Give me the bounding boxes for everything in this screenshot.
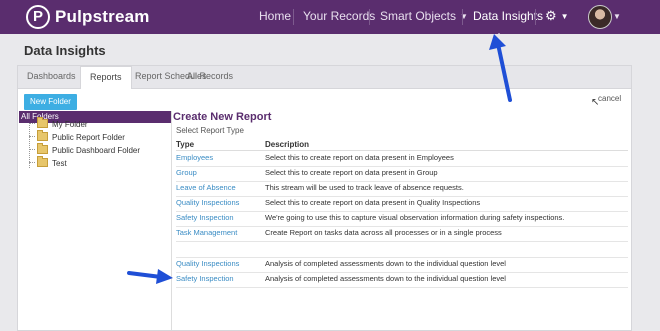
folder-tree: All Folders My Folder Public Report Fold… [19,111,172,330]
brand-name[interactable]: Pulpstream [55,7,150,27]
create-report-title: Create New Report [173,111,272,123]
report-type-description: Select this to create report on data pre… [265,168,438,177]
report-type-description: Select this to create report on data pre… [265,198,481,207]
folder-icon [37,130,48,141]
report-type-description: This stream will be used to track leave … [265,183,464,192]
table-row-empty [176,241,628,258]
table-row: Task Management Create Report on tasks da… [176,226,628,242]
nav-your-records[interactable]: Your Records [303,0,375,34]
chevron-down-icon: ▼ [560,12,569,21]
report-type-link[interactable]: Safety Inspection [176,211,234,225]
report-type-link[interactable]: Quality Inspections [176,196,239,210]
report-type-link[interactable]: Safety Inspection [176,272,234,286]
nav-home[interactable]: Home [259,0,291,34]
nav-smart-objects[interactable]: Smart Objects ▼ [380,0,468,34]
avatar[interactable] [588,5,612,29]
report-type-description: Create Report on tasks data across all p… [265,228,502,237]
report-type-description: Analysis of completed assessments down t… [265,259,506,268]
report-type-table-header: Type Description [176,140,628,151]
table-row: Quality Inspections Select this to create… [176,196,628,212]
reports-panel: Dashboards Reports Report Schedules All … [17,65,632,331]
report-type-link[interactable]: Quality Inspections [176,257,239,271]
new-folder-button[interactable]: New Folder [24,94,77,110]
report-type-link[interactable]: Group [176,166,197,180]
annotation-arrow-right [127,269,173,284]
nav-data-insights[interactable]: Data Insights [473,0,543,34]
nav-divider [369,9,370,25]
tab-all-records[interactable]: All Records [178,66,242,88]
column-description: Description [265,140,310,149]
report-type-link[interactable]: Employees [176,151,213,165]
cancel-link[interactable]: cancel [598,94,621,103]
table-row: Employees Select this to create report on… [176,151,628,167]
nav-divider [462,9,463,25]
folder-public-dashboard[interactable]: Public Dashboard Folder [29,143,140,157]
folder-icon [37,143,48,154]
report-type-link[interactable]: Leave of Absence [176,181,236,195]
report-type-description: We're going to use this to capture visua… [265,213,565,222]
annotation-arrow-up [489,34,512,102]
nav-divider [293,9,294,25]
report-type-link[interactable]: Task Management [176,226,237,240]
column-type: Type [176,140,195,149]
table-row: Quality Inspections Analysis of completed… [176,257,628,273]
folder-test[interactable]: Test [29,156,67,170]
folder-icon [37,156,48,167]
top-nav-bar: P Pulpstream Home Your Records Smart Obj… [0,0,660,39]
folder-public-report[interactable]: Public Report Folder [29,130,125,144]
folder-icon [37,117,48,128]
table-row: Safety Inspection Analysis of completed a… [176,272,628,288]
table-row: Group Select this to create report on dat… [176,166,628,182]
tab-dashboards[interactable]: Dashboards [18,66,85,88]
table-row: Safety Inspection We're going to use this… [176,211,628,227]
pulpstream-logo-icon[interactable]: P [26,5,50,29]
gear-icon[interactable]: ⚙ [545,8,557,23]
tab-bar: Dashboards Reports Report Schedules All … [18,66,631,89]
table-row: Leave of Absence This stream will be used… [176,181,628,197]
nav-divider [535,9,536,25]
report-type-description: Select this to create report on data pre… [265,153,454,162]
chevron-down-icon[interactable]: ▼ [613,12,621,21]
settings-menu[interactable]: ⚙ ▼ [545,0,569,32]
report-type-description: Analysis of completed assessments down t… [265,274,506,283]
page-title: Data Insights [24,43,106,58]
report-type-subtitle: Select Report Type [176,126,244,135]
tab-reports[interactable]: Reports [80,66,132,89]
create-report-section: Create New Report Select Report Type Typ… [173,111,631,330]
